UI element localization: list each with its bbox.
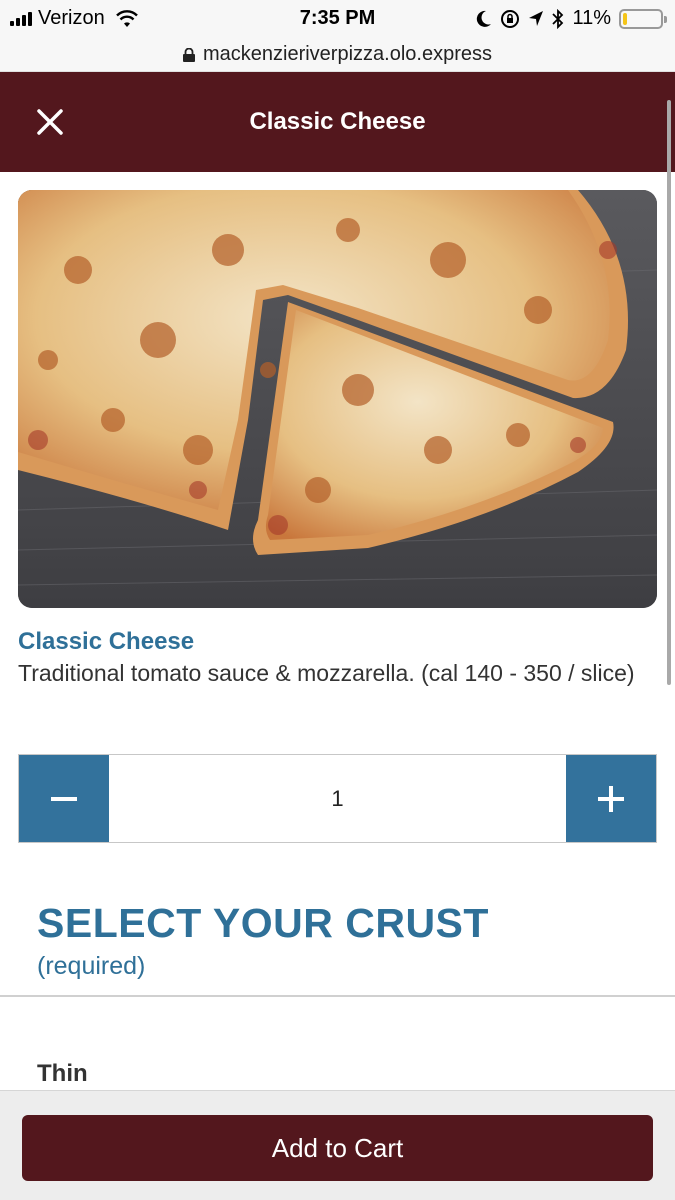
quantity-input[interactable]: 1 <box>109 755 566 842</box>
battery-icon <box>619 8 667 29</box>
crust-section-title: SELECT YOUR CRUST <box>37 900 489 946</box>
footer-bar: Add to Cart <box>0 1090 675 1200</box>
add-to-cart-button[interactable]: Add to Cart <box>22 1115 653 1181</box>
battery-percent: 11% <box>572 7 611 29</box>
modal-header: Classic Cheese <box>0 72 675 172</box>
status-right: 11% <box>476 7 667 30</box>
decrease-quantity-button[interactable] <box>19 755 109 842</box>
product-description: Traditional tomato sauce & mozzarella. (… <box>18 660 635 686</box>
increase-quantity-button[interactable] <box>566 755 656 842</box>
quantity-stepper: 1 <box>18 754 657 843</box>
section-divider <box>0 995 675 997</box>
pizza-photo <box>18 190 657 608</box>
location-arrow-icon <box>529 10 544 26</box>
crust-option-thin[interactable]: Thin <box>37 1060 88 1088</box>
crust-required-label: (required) <box>37 952 146 980</box>
url-text: mackenzieriverpizza.olo.express <box>202 43 492 65</box>
rotation-lock-icon <box>501 9 520 28</box>
lock-icon <box>182 47 195 62</box>
scrollbar[interactable] <box>667 100 671 685</box>
page-title: Classic Cheese <box>249 108 426 135</box>
battery-fill <box>623 12 627 25</box>
moon-icon <box>477 10 492 27</box>
address-bar[interactable]: mackenzieriverpizza.olo.express <box>0 38 675 72</box>
product-image <box>18 190 657 608</box>
status-bar: Verizon 7:35 PM 11% <box>0 0 675 38</box>
bluetooth-icon <box>552 8 564 29</box>
product-name: Classic Cheese <box>18 628 195 655</box>
minus-icon <box>51 796 77 801</box>
plus-icon <box>598 785 624 812</box>
